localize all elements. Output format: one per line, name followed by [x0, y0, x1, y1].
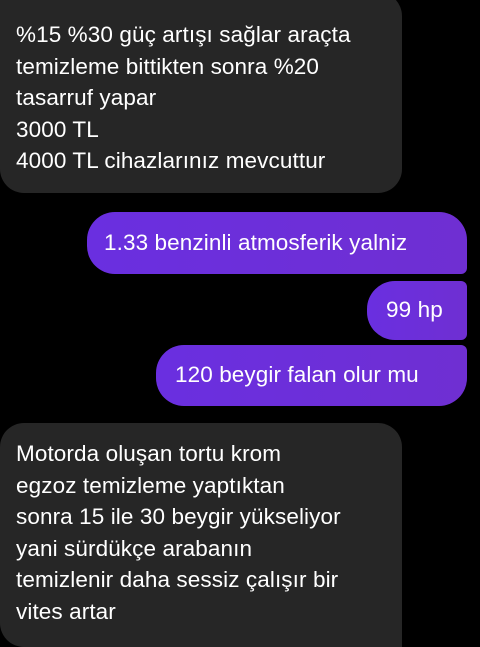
- outgoing-message-bubble[interactable]: 99 hp: [367, 281, 467, 340]
- incoming-message-bubble[interactable]: %15 %30 güç artışı sağlar araçta temizle…: [0, 0, 402, 193]
- incoming-message-bubble[interactable]: Motorda oluşan tortu krom egzoz temizlem…: [0, 423, 402, 647]
- message-thread: %15 %30 güç artışı sağlar araçta temizle…: [0, 0, 480, 647]
- outgoing-message-bubble[interactable]: 120 beygir falan olur mu: [156, 345, 467, 406]
- outgoing-message-bubble[interactable]: 1.33 benzinli atmosferik yalniz: [87, 212, 467, 274]
